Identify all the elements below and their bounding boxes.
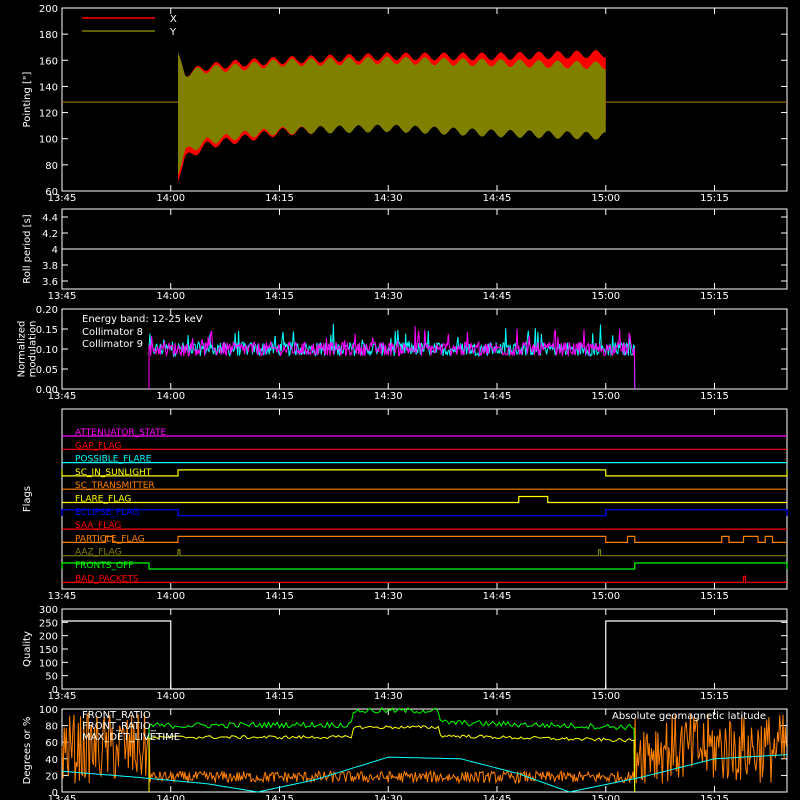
y-tick-label: 40 (45, 755, 58, 766)
y-tick-label: 100 (39, 658, 58, 669)
legend-label-Collimator-9: Collimator 9 (82, 339, 143, 350)
x-tick-label: 14:00 (156, 794, 185, 800)
x-tick-label: 15:15 (700, 794, 729, 800)
x-tick-label: 14:45 (483, 291, 512, 302)
figure: 13:45 14:00 14:15 14:30 14:45 15:00 15:15 60 80 1… (0, 0, 800, 800)
y-tick-label: 20 (45, 771, 58, 782)
y-tick-label: 0.00 (36, 385, 58, 396)
x-tick-label: 14:15 (265, 391, 294, 402)
x-tick-label: 14:45 (483, 591, 512, 602)
y-tick-label: 140 (39, 82, 58, 93)
x-tick-label: 15:15 (700, 291, 729, 302)
x-tick-label: 14:00 (156, 691, 185, 702)
x-tick-label: 15:00 (591, 391, 620, 402)
y-tick-label: 0.10 (36, 345, 58, 356)
y-tick-label: 0 (52, 685, 58, 696)
energy-band-annotation: Energy band: 12-25 keV (82, 314, 203, 325)
y-tick-label: 120 (39, 109, 58, 120)
y-tick-label: 50 (45, 672, 58, 683)
y-tick-label: 150 (39, 645, 58, 656)
x-tick-label: 13:45 (48, 291, 77, 302)
y-tick-label: 300 (39, 605, 58, 616)
y-axis-label: Degrees or % (22, 717, 33, 785)
x-tick-label: 14:00 (156, 591, 185, 602)
y-tick-label: 60 (45, 187, 58, 198)
y-tick-label: 180 (39, 30, 58, 41)
y-tick-label: 80 (45, 722, 58, 733)
y-tick-label: 60 (45, 738, 58, 749)
legend-label-front-ratio: FRONT_RATIO (82, 710, 151, 721)
y-tick-label: 200 (39, 632, 58, 643)
y-axis-label: Flags (22, 486, 33, 512)
legend-label-front-ratio-2: FRONT_RATIO_ (82, 721, 157, 732)
legend-label-geomagnetic-latitude: Absolute geomagnetic latitude (612, 711, 766, 722)
x-tick-label: 15:15 (700, 391, 729, 402)
y-tick-label: 100 (39, 705, 58, 716)
y-tick-label: 160 (39, 56, 58, 67)
x-tick-label: 14:30 (374, 391, 403, 402)
x-tick-label: 15:15 (700, 591, 729, 602)
y-tick-label: 0.20 (36, 305, 58, 316)
y-tick-label: 80 (45, 161, 58, 172)
y-tick-label: 0.05 (36, 365, 58, 376)
x-tick-label: 14:15 (265, 691, 294, 702)
x-tick-label: 14:30 (374, 291, 403, 302)
x-tick-label: 15:15 (700, 691, 729, 702)
x-tick-label: 15:00 (591, 591, 620, 602)
x-tick-label: 14:45 (483, 193, 512, 204)
y-tick-label: 3.6 (42, 277, 58, 288)
y-tick-label: 4.2 (42, 229, 58, 240)
y-tick-label: 0 (52, 788, 58, 799)
x-tick-label: 14:30 (374, 591, 403, 602)
y-tick-label: 4 (52, 245, 58, 256)
x-tick-label: 14:30 (374, 794, 403, 800)
y-axis-label: modulation (28, 321, 39, 378)
y-tick-label: 100 (39, 135, 58, 146)
legend-label-max-det-livetime: MAX_DET_LIVETIME (82, 732, 180, 743)
x-tick-label: 14:45 (483, 691, 512, 702)
y-axis-label: Quality (22, 631, 33, 667)
y-tick-label: 200 (39, 4, 58, 15)
x-tick-label: 14:45 (483, 794, 512, 800)
x-tick-label: 14:00 (156, 193, 185, 204)
x-tick-label: 14:45 (483, 391, 512, 402)
x-tick-label: 14:00 (156, 391, 185, 402)
x-tick-label: 14:15 (265, 591, 294, 602)
x-tick-label: 15:00 (591, 691, 620, 702)
x-tick-label: 14:15 (265, 291, 294, 302)
legend-label-Y: Y (169, 27, 177, 38)
x-tick-label: 14:30 (374, 193, 403, 204)
y-tick-label: 3.8 (42, 261, 58, 272)
y-tick-label: 4.4 (42, 213, 58, 224)
x-tick-label: 14:30 (374, 691, 403, 702)
x-tick-label: 13:45 (48, 591, 77, 602)
legend-label-X: X (170, 14, 177, 25)
y-axis-label: Pointing ["] (22, 71, 33, 127)
y-tick-label: 250 (39, 618, 58, 629)
x-tick-label: 14:00 (156, 291, 185, 302)
y-tick-label: 0.15 (36, 325, 58, 336)
x-tick-label: 14:15 (265, 794, 294, 800)
y-axis-label: Roll period [s] (22, 214, 33, 283)
legend-label-Collimator-8: Collimator 8 (82, 327, 143, 338)
x-tick-label: 15:15 (700, 193, 729, 204)
x-tick-label: 15:00 (591, 193, 620, 204)
y-axis-label: Normalized (17, 321, 28, 378)
x-tick-label: 15:00 (591, 794, 620, 800)
x-tick-label: 15:00 (591, 291, 620, 302)
x-tick-label: 14:15 (265, 193, 294, 204)
